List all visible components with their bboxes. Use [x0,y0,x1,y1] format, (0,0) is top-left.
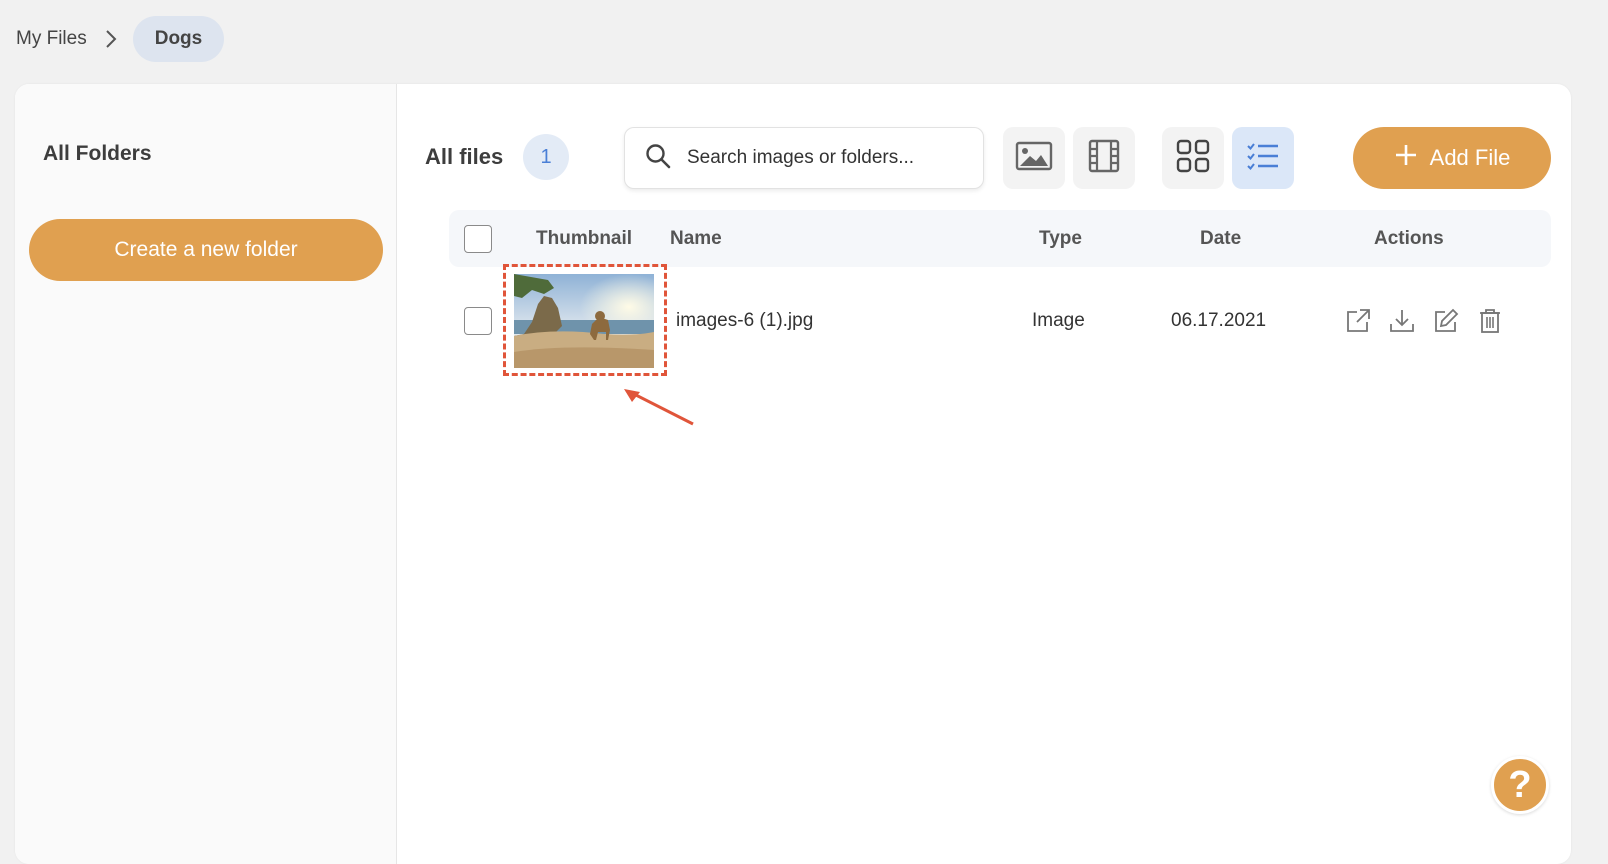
file-type: Image [1032,310,1085,331]
share-icon[interactable] [1344,307,1372,335]
image-filter-button[interactable] [1003,127,1065,189]
thumbnail-highlight [503,264,667,376]
breadcrumb-my-files[interactable]: My Files [16,28,87,50]
files-area: All files 1 Search images or folders... … [398,84,1571,864]
search-icon [645,143,671,174]
breadcrumb-current-folder[interactable]: Dogs [132,16,225,62]
header-actions: Actions [1374,227,1444,249]
annotation-arrow [624,389,694,426]
file-name[interactable]: images-6 (1).jpg [676,274,813,368]
select-all-checkbox[interactable] [464,225,492,253]
list-view-button[interactable] [1232,127,1294,189]
grid-view-icon [1176,139,1210,178]
file-manager-panel: All Folders Create a new folder All file… [15,84,1571,864]
row-checkbox[interactable] [464,307,492,335]
breadcrumb: My Files Dogs [16,16,225,62]
help-button[interactable]: ? [1491,756,1549,814]
chevron-right-icon [97,16,125,62]
create-folder-button[interactable]: Create a new folder [29,219,383,281]
header-date[interactable]: Date [1200,210,1241,267]
video-filter-button[interactable] [1073,127,1135,189]
plus-icon [1394,143,1418,173]
search-box[interactable] [624,127,984,189]
delete-icon[interactable] [1476,307,1504,335]
header-type[interactable]: Type [1039,210,1082,267]
list-view-icon [1246,141,1280,176]
video-filter-icon [1088,139,1120,178]
sidebar-title: All Folders [43,142,152,165]
search-input[interactable] [687,147,967,169]
file-date: 06.17.2021 [1171,310,1267,331]
add-file-button[interactable]: Add File [1353,127,1551,189]
files-count-badge: 1 [523,134,569,180]
add-file-label: Add File [1429,145,1511,170]
header-name[interactable]: Name [670,210,722,267]
edit-icon[interactable] [1432,307,1460,335]
table-row[interactable]: images-6 (1).jpg Image 06.17.2021 [449,264,1551,394]
grid-view-button[interactable] [1162,127,1224,189]
download-icon[interactable] [1388,307,1416,335]
folders-sidebar: All Folders Create a new folder [15,84,397,864]
files-title: All files [425,144,504,169]
header-thumbnail: Thumbnail [536,227,633,249]
image-filter-icon [1015,141,1053,176]
row-actions [1344,274,1504,368]
table-header: Thumbnail Name Type Date Actions [449,210,1551,267]
